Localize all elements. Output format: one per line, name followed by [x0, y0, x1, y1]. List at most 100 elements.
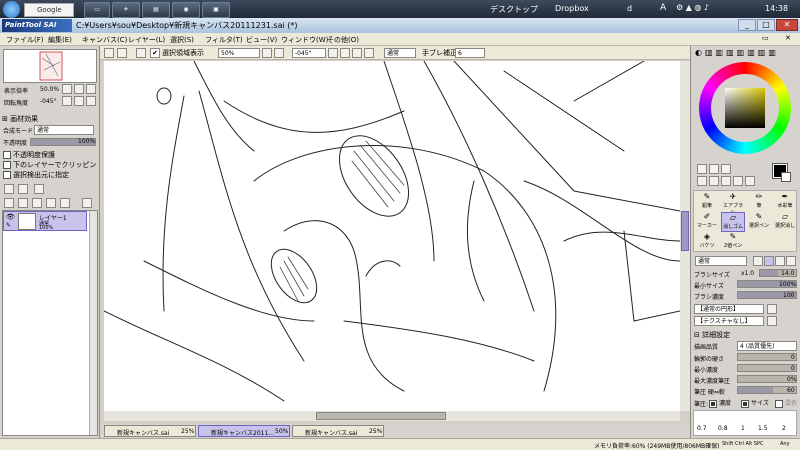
- delete-layer-icon[interactable]: [82, 198, 92, 208]
- color-mode-icons[interactable]: ◐▥▥▥▥▥▥▥: [695, 48, 779, 57]
- pressure-size-option[interactable]: サイズ: [741, 398, 769, 408]
- color-wheel[interactable]: [699, 62, 791, 154]
- lasso-icon[interactable]: [709, 164, 719, 174]
- nav-zoom-in-icon[interactable]: [74, 84, 84, 94]
- close-icon[interactable]: ✕: [776, 19, 798, 31]
- layer-visibility-icon[interactable]: 👁: [6, 213, 15, 221]
- zoom-tool-icon[interactable]: [709, 176, 719, 186]
- canvas-horizontal-scrollbar[interactable]: [104, 411, 680, 421]
- edge-hardness-slider[interactable]: [737, 353, 797, 361]
- rotate-right-icon[interactable]: [340, 48, 350, 58]
- canvas-tab-2[interactable]: 新規キャンバス2011... 50%: [198, 425, 290, 437]
- stabilizer-select[interactable]: 6: [455, 48, 485, 58]
- tool-marker[interactable]: ✐ マーカー: [695, 212, 719, 232]
- pressure-size-checkbox[interactable]: [741, 399, 749, 408]
- pressure-blend-checkbox[interactable]: [775, 399, 783, 408]
- maximize-icon[interactable]: □: [757, 19, 775, 31]
- eyedropper-icon[interactable]: [745, 176, 755, 186]
- angle-select[interactable]: -045°: [292, 48, 326, 58]
- flip-icon[interactable]: [364, 48, 374, 58]
- new-set-icon[interactable]: [34, 184, 44, 194]
- tool-airbrush[interactable]: ✈エアブラシ: [721, 192, 745, 216]
- brush-shape-icons[interactable]: [753, 255, 797, 267]
- task-folder[interactable]: ▤: [142, 2, 170, 18]
- protect-opacity-checkbox[interactable]: [3, 151, 11, 159]
- pressure-density-option[interactable]: 濃度: [709, 398, 731, 408]
- nav-zoom-reset-icon[interactable]: [86, 84, 96, 94]
- blend-select[interactable]: 通常: [384, 48, 416, 58]
- task-explorer[interactable]: ▭: [84, 2, 110, 18]
- ime-icon[interactable]: A: [660, 3, 666, 13]
- vertical-scroll-thumb[interactable]: [681, 211, 689, 251]
- task-chrome[interactable]: ◉: [172, 2, 200, 18]
- preset-size[interactable]: 0.8: [718, 425, 728, 432]
- canvas-vertical-scrollbar[interactable]: [680, 61, 690, 411]
- drawing-canvas[interactable]: [104, 61, 680, 411]
- magic-wand-icon[interactable]: [721, 164, 731, 174]
- new-folder-icon[interactable]: [18, 184, 28, 194]
- menu-layer[interactable]: レイヤー(L): [128, 35, 165, 45]
- detail-settings-header[interactable]: ⊟ 詳細設定: [694, 330, 730, 340]
- minimize-icon[interactable]: _: [738, 19, 756, 31]
- move-icon[interactable]: [697, 176, 707, 186]
- tray-icons[interactable]: ⚙ ▲ ◍ ♪: [676, 3, 709, 12]
- selection-source-checkbox[interactable]: [3, 171, 11, 179]
- google-toolbar[interactable]: Google: [24, 3, 74, 17]
- selection-source-option[interactable]: 選択検出元に指定: [3, 170, 69, 180]
- preset-size[interactable]: 1.5: [758, 425, 768, 432]
- undo-icon[interactable]: [104, 48, 114, 58]
- brush-texture-option-icon[interactable]: [767, 316, 777, 326]
- layer-item-1[interactable]: 👁 ✎ レイヤー1 通常 100%: [3, 211, 87, 231]
- nav-rotate-right-icon[interactable]: [74, 96, 84, 106]
- menu-file[interactable]: ファイル(F): [6, 35, 44, 45]
- merge-down-icon[interactable]: [4, 198, 14, 208]
- tool-binary-pen[interactable]: ✎ 2値ペン: [721, 232, 745, 252]
- color-sv-square[interactable]: [725, 88, 765, 128]
- tool-pencil[interactable]: ✎ 鉛筆: [695, 192, 719, 212]
- merge-visible-icon[interactable]: [60, 198, 70, 208]
- menu-window[interactable]: ウィンドウ(W): [281, 35, 328, 45]
- menu-restore-icon[interactable]: ▭: [762, 34, 769, 42]
- effect-header[interactable]: ⊞ 画材効果: [2, 114, 38, 124]
- tool-eraser[interactable]: ▱ 消しゴム: [721, 212, 745, 232]
- brush-texture-select[interactable]: 【テクスチャなし】: [694, 316, 764, 326]
- zoom-select[interactable]: 50%: [218, 48, 260, 58]
- menu-close-icon[interactable]: ✕: [785, 34, 791, 42]
- nav-rotate-left-icon[interactable]: [62, 96, 72, 106]
- rotate-reset-icon[interactable]: [352, 48, 362, 58]
- protect-opacity-option[interactable]: 不透明度保護: [3, 150, 55, 160]
- layer-mask-icon[interactable]: [32, 198, 42, 208]
- brush-shape-select[interactable]: 【通常の円形】: [694, 304, 764, 314]
- tool-select-eraser[interactable]: ▱ 選択消し: [773, 212, 797, 232]
- horizontal-scroll-thumb[interactable]: [316, 412, 446, 420]
- new-layer-icon[interactable]: [4, 184, 14, 194]
- layer-lock-icon[interactable]: ✎: [6, 222, 11, 229]
- canvas-tab-1[interactable]: 新規キャンバス.sai 25%: [104, 425, 196, 437]
- tool-watercolor[interactable]: ✒ 水彩筆: [773, 192, 797, 212]
- rotate-tool-icon[interactable]: [721, 176, 731, 186]
- canvas-tab-3[interactable]: 新規キャンバス.sai 25%: [292, 425, 384, 437]
- clipping-checkbox[interactable]: [3, 161, 11, 169]
- deselect-icon[interactable]: [136, 48, 146, 58]
- background-color-swatch[interactable]: [781, 172, 791, 182]
- menu-filter[interactable]: フィルタ(T): [205, 35, 243, 45]
- nav-rotate-reset-icon[interactable]: [86, 96, 96, 106]
- tool-brush[interactable]: ✏ 筆: [747, 192, 771, 212]
- selection-show-checkbox[interactable]: ✔: [150, 48, 160, 58]
- start-orb-icon[interactable]: [3, 1, 20, 18]
- zoom-in-icon[interactable]: [274, 48, 284, 58]
- redo-icon[interactable]: [117, 48, 127, 58]
- rotate-left-icon[interactable]: [328, 48, 338, 58]
- tool-select-pen[interactable]: ✎ 選択ペン: [747, 212, 771, 232]
- clear-layer-icon[interactable]: [18, 198, 28, 208]
- pressure-density-checkbox[interactable]: [709, 399, 717, 408]
- brush-blend-select[interactable]: 通常: [695, 256, 747, 266]
- menu-view[interactable]: ビュー(V): [246, 35, 277, 45]
- menu-select[interactable]: 選択(S): [170, 35, 194, 45]
- select-rect-icon[interactable]: [697, 164, 707, 174]
- quality-select[interactable]: 4 (品質優先): [737, 341, 797, 351]
- preset-size[interactable]: 1: [741, 425, 745, 432]
- blend-mode-select[interactable]: 通常: [34, 125, 94, 135]
- hand-icon[interactable]: [733, 176, 743, 186]
- menu-other[interactable]: その他(O): [327, 35, 359, 45]
